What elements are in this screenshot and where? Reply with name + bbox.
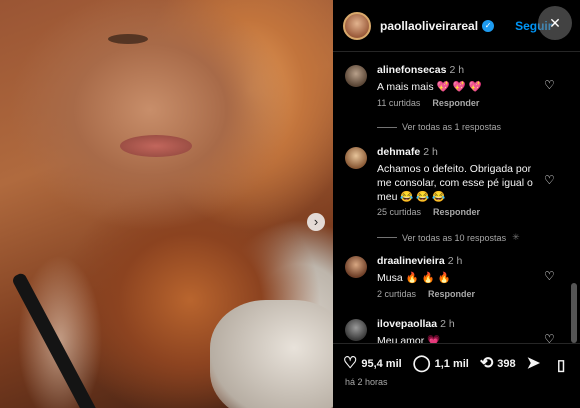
comment-time: 2 h [447,255,463,267]
view-replies-label: Ver todas as 10 respostas [402,232,507,243]
share-button[interactable]: ➤ [526,354,544,372]
comment-time: 2 h [449,64,465,76]
divider-line [377,237,397,238]
loading-spinner-icon: ✳ [512,232,520,242]
like-comment-heart-icon[interactable]: ♡ [544,174,557,187]
comment-username[interactable]: draalinevieira [377,255,445,267]
avatar[interactable] [343,11,371,40]
photo-detail [120,135,192,157]
comment-time: 2 h [440,318,455,330]
post-side-panel: paollaoliveirareal ✓ Seguir ✕ alinefonse… [333,0,580,408]
scrollbar[interactable] [571,283,577,343]
comment-meta: 25 curtidas Responder [377,207,480,217]
view-replies-button[interactable]: Ver todas as 1 respostas [377,122,501,132]
comment-username[interactable]: alinefonsecas [377,64,446,76]
comment-list[interactable]: alinefonsecas 2 h A mais mais 💖 💖 💖 ♡ 11 … [333,53,580,343]
comment-avatar[interactable] [345,256,367,278]
view-replies-button[interactable]: Ver todas as 10 respostas ✳ [377,232,520,243]
comment-text: A mais mais 💖 💖 💖 [377,81,482,93]
carousel-next-button[interactable]: › [307,213,325,231]
share-icon: ➤ [526,354,541,372]
comment-meta: 11 curtidas Responder [377,98,479,108]
comment-avatar[interactable] [345,147,367,169]
like-count: 95,4 mil [361,357,402,370]
comment-likes[interactable]: 11 curtidas [377,98,420,108]
like-button[interactable]: ♡ 95,4 mil [343,354,402,372]
comment-text: Meu amor 💗 [377,335,441,343]
reply-button[interactable]: Responder [433,207,480,217]
comment-avatar[interactable] [345,65,367,87]
comment-text: Musa 🔥 🔥 🔥 [377,272,451,284]
post-header: paollaoliveirareal ✓ Seguir ✕ [333,0,580,52]
post-username[interactable]: paollaoliveirareal [380,19,478,33]
comment-avatar[interactable] [345,319,367,341]
divider-line [377,126,397,128]
comment-body: dehmafe 2 h Achamos o defeito. Obrigada p… [377,145,542,204]
reply-button[interactable]: Responder [432,98,479,108]
comment-time: 2 h [423,146,438,158]
comment-body: alinefonsecas 2 h A mais mais 💖 💖 💖 [377,63,542,94]
photo-detail [10,271,104,408]
close-icon[interactable]: ✕ [538,6,572,40]
comment-likes[interactable]: 25 curtidas [377,207,421,217]
comment-text: Achamos o defeito. Obrigada por me conso… [377,163,533,203]
photo-detail [108,34,148,44]
comment-username[interactable]: dehmafe [377,146,420,158]
comment-count: 1,1 mil [434,357,469,370]
comment-likes[interactable]: 2 curtidas [377,289,416,299]
comment-button[interactable]: ◯ 1,1 mil [412,354,469,372]
comment-icon: ◯ [412,354,431,372]
verified-badge-icon: ✓ [482,19,495,32]
repost-button[interactable]: ⟲ 398 [479,354,516,372]
reply-button[interactable]: Responder [428,289,475,299]
post-photo: › [0,0,333,408]
comment-meta: 2 curtidas Responder [377,289,475,299]
like-comment-heart-icon[interactable]: ♡ [544,270,557,283]
comment-body: ilovepaollaa 2 h Meu amor 💗 [377,317,542,343]
heart-icon: ♡ [343,354,358,372]
comment-body: draalinevieira 2 h Musa 🔥 🔥 🔥 [377,254,542,285]
view-replies-label: Ver todas as 1 respostas [402,122,502,132]
like-comment-heart-icon[interactable]: ♡ [544,79,557,92]
like-comment-heart-icon[interactable]: ♡ [544,333,557,344]
bookmark-icon[interactable]: ▯ [557,356,565,374]
repost-count: 398 [497,357,516,370]
post-time: há 2 horas [345,377,388,387]
photo-detail [210,300,333,408]
comment-username[interactable]: ilovepaollaa [377,318,437,330]
repost-icon: ⟲ [479,354,494,372]
